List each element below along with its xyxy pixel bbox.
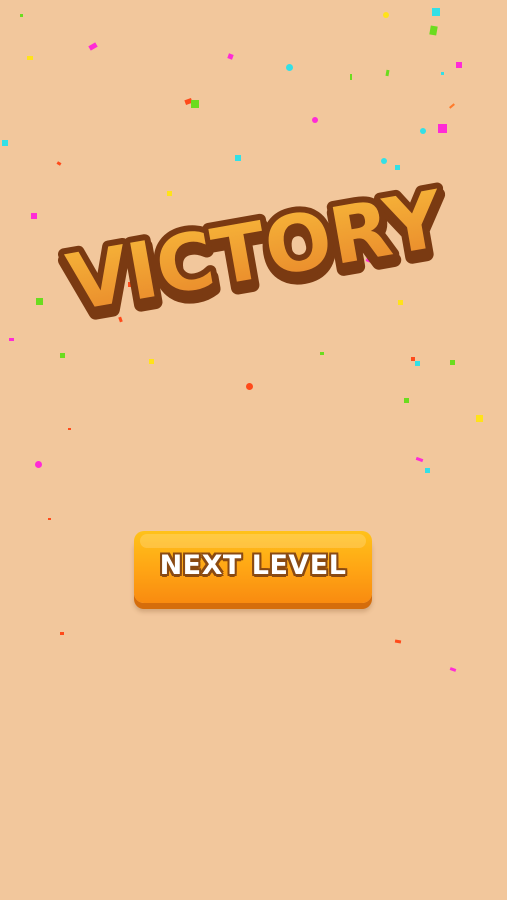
confetti-piece xyxy=(2,140,8,146)
confetti-piece xyxy=(191,100,199,108)
confetti-piece xyxy=(415,361,420,366)
confetti-piece xyxy=(441,72,444,75)
confetti-layer xyxy=(0,0,507,900)
confetti-piece xyxy=(286,64,293,71)
confetti-piece xyxy=(35,461,42,468)
confetti-piece xyxy=(438,124,447,133)
confetti-piece xyxy=(383,12,389,18)
confetti-piece xyxy=(60,632,64,635)
next-level-button[interactable]: NEXT LEVEL xyxy=(134,531,372,603)
confetti-piece xyxy=(60,353,65,358)
confetti-piece xyxy=(415,456,424,463)
confetti-piece xyxy=(411,357,415,361)
confetti-piece xyxy=(449,667,457,672)
confetti-piece xyxy=(48,518,51,520)
confetti-piece xyxy=(404,398,409,403)
confetti-piece xyxy=(320,352,324,355)
confetti-piece xyxy=(449,103,455,109)
victory-title-text: VICTORY xyxy=(61,175,451,330)
confetti-piece xyxy=(476,415,483,422)
confetti-piece xyxy=(31,213,37,219)
confetti-piece xyxy=(9,338,14,341)
button-highlight xyxy=(140,534,366,548)
confetti-piece xyxy=(432,8,440,16)
confetti-piece xyxy=(227,53,234,60)
confetti-piece xyxy=(385,69,390,77)
confetti-piece xyxy=(68,428,71,430)
confetti-piece xyxy=(246,383,253,390)
confetti-piece xyxy=(88,42,98,51)
confetti-piece xyxy=(429,25,438,36)
confetti-piece xyxy=(420,128,426,134)
next-level-label: NEXT LEVEL xyxy=(159,549,347,581)
confetti-piece xyxy=(425,468,430,473)
confetti-piece xyxy=(149,359,154,364)
confetti-piece xyxy=(394,639,402,644)
confetti-piece xyxy=(184,97,193,106)
confetti-piece xyxy=(350,74,352,80)
confetti-piece xyxy=(450,360,455,365)
victory-title: VICTORY VICTORY VICTORY xyxy=(40,150,470,350)
confetti-piece xyxy=(312,117,318,123)
confetti-piece xyxy=(20,14,23,17)
victory-title-graphic: VICTORY VICTORY VICTORY xyxy=(55,169,459,343)
confetti-piece xyxy=(27,56,33,60)
confetti-piece xyxy=(456,62,462,68)
victory-screen: VICTORY VICTORY VICTORY NEXT LEVEL xyxy=(0,0,507,900)
